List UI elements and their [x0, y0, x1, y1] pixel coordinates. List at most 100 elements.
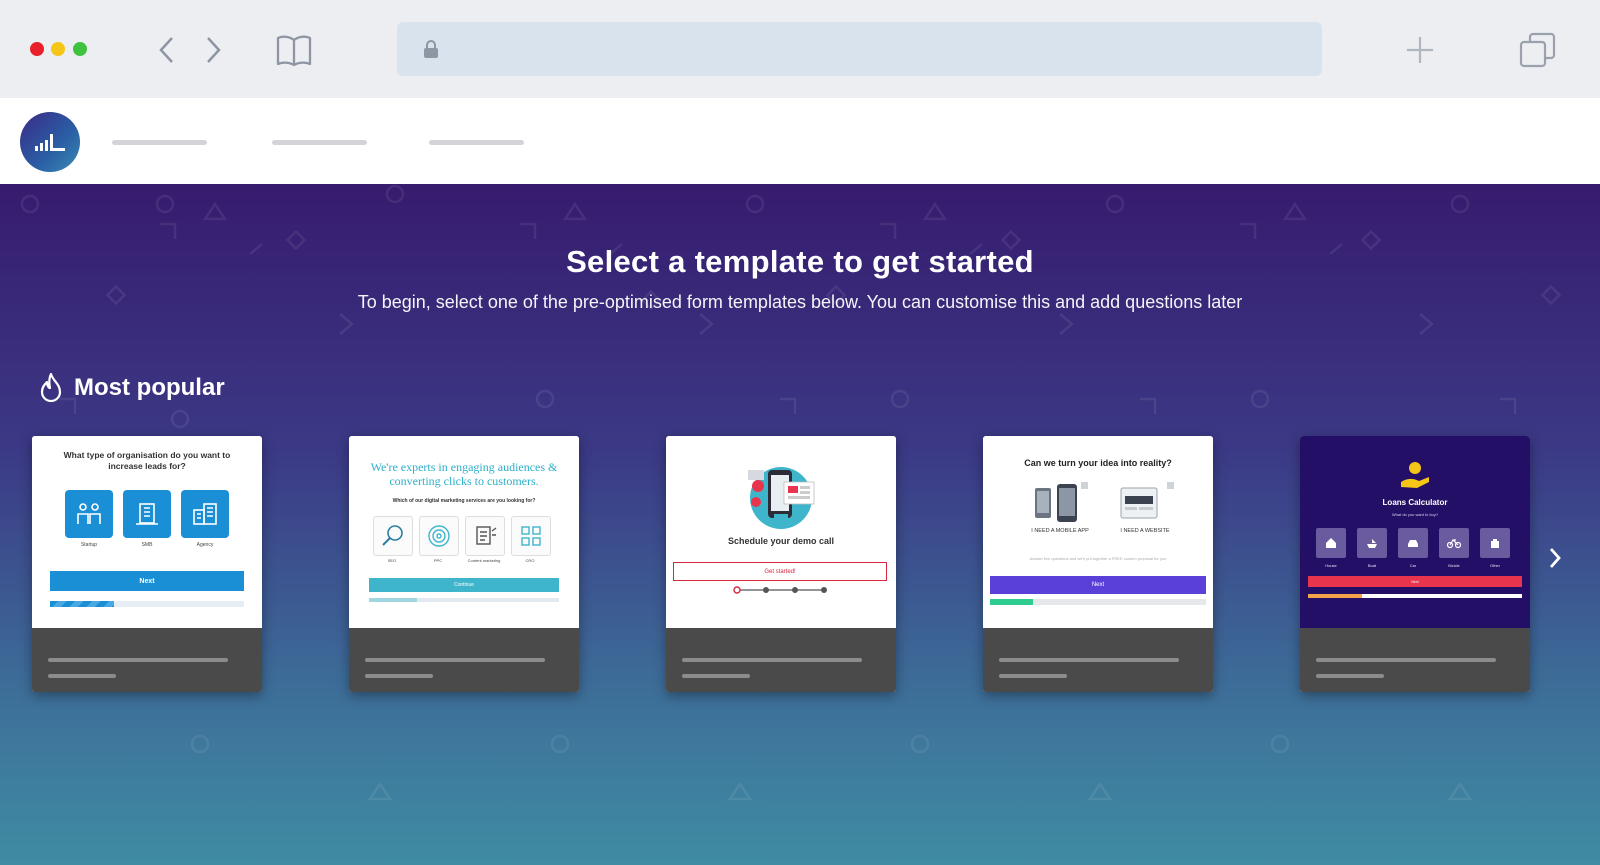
- magnifier-icon: [382, 525, 403, 546]
- template-carousel: What type of organisation do you want to…: [32, 436, 1532, 696]
- template-question: What do you want to buy?: [1391, 512, 1439, 517]
- template-progress-bar: [990, 599, 1206, 605]
- option-tile: [65, 490, 113, 538]
- new-tab-icon[interactable]: [1400, 30, 1440, 70]
- step-indicator: [733, 586, 827, 594]
- option-label: Car: [1409, 563, 1417, 568]
- template-question: Which of our digital marketing services …: [392, 498, 536, 504]
- template-gallery: Select a template to get started To begi…: [0, 184, 1600, 865]
- boat-icon: [1367, 538, 1377, 548]
- window-close-button[interactable]: [30, 42, 44, 56]
- option-tile: [1357, 528, 1387, 558]
- template-progress-bar: [1308, 594, 1522, 598]
- template-card[interactable]: We're experts in engaging audiences & co…: [349, 436, 579, 692]
- option-label: Content marketing: [467, 558, 501, 563]
- template-title: Schedule your demo call: [727, 536, 835, 546]
- nav-item-placeholder[interactable]: [272, 140, 367, 145]
- bicycle-icon: [1447, 539, 1461, 549]
- option-label: SMB: [141, 542, 153, 548]
- website-icon: [1120, 482, 1174, 519]
- template-next-button: Next: [50, 571, 244, 591]
- option-label: Startup: [80, 542, 98, 548]
- template-card-footer: [666, 628, 896, 692]
- mobile-phones-icon: [1035, 482, 1088, 522]
- people-icon: [77, 503, 101, 524]
- template-next-button: Next: [1308, 576, 1522, 587]
- template-preview: Can we turn your idea into reality? I NE…: [983, 436, 1213, 628]
- browser-chrome: [0, 0, 1600, 98]
- option-label: Boat: [1367, 563, 1377, 568]
- option-label: CRO: [525, 558, 535, 563]
- option-label: Bicicle: [1448, 563, 1460, 568]
- template-preview: Loans Calculator What do you want to buy…: [1300, 436, 1530, 628]
- option-tile: [1398, 528, 1428, 558]
- option-tile: [181, 490, 229, 538]
- option-tile: [465, 516, 505, 556]
- site-header: [0, 98, 1600, 185]
- logo[interactable]: [20, 112, 80, 172]
- template-preview: What type of organisation do you want to…: [32, 436, 262, 628]
- section-header: Most popular: [38, 372, 225, 404]
- conversion-icon: [521, 526, 541, 546]
- template-preview: Schedule your demo call Get started!: [666, 436, 896, 628]
- template-fine-print: Answer five questions and we'll put toge…: [1029, 556, 1167, 561]
- option-tile: [511, 516, 551, 556]
- template-card-footer: [32, 628, 262, 692]
- template-progress-bar: [50, 601, 244, 607]
- template-preview: We're experts in engaging audiences & co…: [349, 436, 579, 628]
- option-label: PPC: [433, 558, 443, 563]
- option-tile: [1480, 528, 1510, 558]
- template-question: What type of organisation do you want to…: [63, 450, 231, 471]
- phone-calendar-illustration: [748, 467, 815, 529]
- template-continue-button: Continue: [369, 578, 559, 592]
- template-card[interactable]: Can we turn your idea into reality? I NE…: [983, 436, 1213, 692]
- template-progress-bar: [369, 598, 559, 602]
- option-label: Other: [1489, 563, 1500, 568]
- template-card[interactable]: What type of organisation do you want to…: [32, 436, 262, 692]
- car-icon: [1408, 540, 1418, 547]
- nav-item-placeholder[interactable]: [112, 140, 207, 145]
- hand-coin-icon: [1401, 462, 1429, 488]
- tabs-icon[interactable]: [1518, 30, 1558, 70]
- section-title: Most popular: [74, 374, 225, 401]
- template-card-footer: [349, 628, 579, 692]
- window-minimize-button[interactable]: [51, 42, 65, 56]
- document-icon: [476, 526, 497, 545]
- address-bar[interactable]: [397, 22, 1322, 76]
- template-card-footer: [983, 628, 1213, 692]
- option-label: House: [1325, 563, 1337, 568]
- option-label: I NEED A WEBSITE: [1120, 528, 1170, 534]
- template-title: Loans Calculator: [1382, 498, 1448, 507]
- bar-chart-icon: [35, 134, 65, 151]
- template-heading: We're experts in engaging audiences & co…: [370, 460, 558, 488]
- option-tile: [419, 516, 459, 556]
- bookmarks-icon[interactable]: [273, 30, 315, 70]
- template-get-started-button: Get started!: [673, 562, 887, 581]
- page-subtitle: To begin, select one of the pre-optimise…: [357, 292, 1243, 312]
- building-icon: [136, 503, 158, 525]
- option-label: SEO: [387, 558, 397, 563]
- template-card-footer: [1300, 628, 1530, 692]
- house-icon: [1326, 538, 1336, 548]
- option-tile: [123, 490, 171, 538]
- template-card[interactable]: Loans Calculator What do you want to buy…: [1300, 436, 1530, 692]
- back-icon[interactable]: [147, 30, 187, 70]
- template-next-button: Next: [990, 576, 1206, 594]
- lock-icon: [423, 39, 439, 64]
- nav-item-placeholder[interactable]: [429, 140, 524, 145]
- option-label: Agency: [196, 542, 214, 548]
- carousel-next-button[interactable]: [1540, 538, 1570, 578]
- option-tile: [1439, 528, 1469, 558]
- template-card[interactable]: Schedule your demo call Get started!: [666, 436, 896, 692]
- template-question: Can we turn your idea into reality?: [1024, 458, 1172, 468]
- flame-icon: [40, 372, 62, 403]
- option-label: I NEED A MOBILE APP: [1031, 528, 1089, 534]
- chevron-right-icon: [1549, 548, 1561, 568]
- window-zoom-button[interactable]: [73, 42, 87, 56]
- shopping-bag-icon: [1491, 539, 1499, 548]
- option-tile: [373, 516, 413, 556]
- forward-icon[interactable]: [193, 30, 233, 70]
- target-icon: [428, 525, 450, 547]
- office-icon: [193, 503, 217, 525]
- page-title: Select a template to get started: [566, 244, 1034, 279]
